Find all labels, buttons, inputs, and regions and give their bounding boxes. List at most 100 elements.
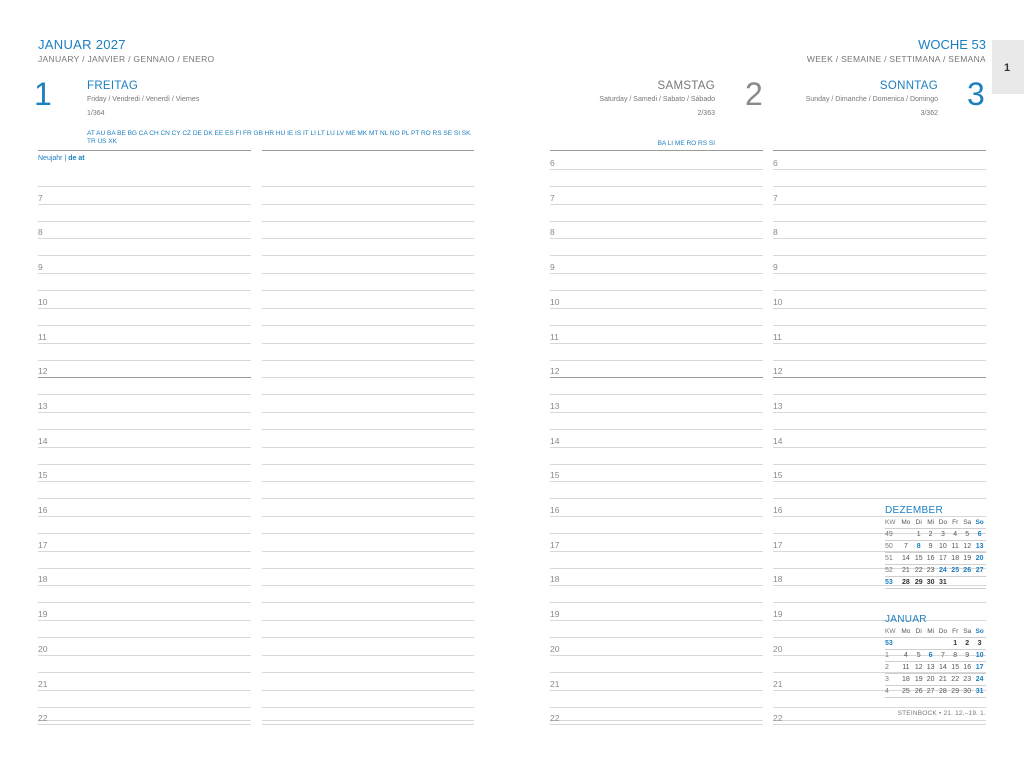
hour-label: 13	[550, 400, 560, 411]
week-number: 53	[885, 576, 899, 589]
day-cell: 20	[973, 552, 986, 565]
rule-line	[262, 654, 474, 656]
day-cell: 4	[899, 649, 913, 662]
day-cell: So	[973, 626, 986, 638]
hour-label: 18	[550, 574, 560, 585]
rule-line	[38, 411, 251, 413]
mini-calendar-week: 1 4 5 6 7 8 9 10	[885, 649, 986, 662]
rule-line	[773, 290, 986, 292]
day-2-translations: Saturday / Samedi / Sabato / Sábado	[599, 96, 715, 103]
rule-line	[550, 637, 763, 639]
rule-line	[38, 290, 251, 292]
rule-line	[550, 481, 763, 483]
day-cell: 24	[936, 564, 950, 577]
rule-line	[550, 585, 763, 587]
hour-label: 11	[550, 331, 559, 342]
day-cell: 11	[899, 661, 913, 674]
day-cell	[961, 576, 974, 589]
rule-line	[262, 377, 474, 379]
rule-line	[550, 307, 763, 309]
day-cell: 1	[949, 637, 962, 650]
day-1-name: FREITAG	[87, 80, 139, 92]
rule-line	[262, 359, 474, 361]
day-cell: 13	[973, 540, 986, 553]
day-cell: 14	[936, 661, 950, 674]
hour-label: 22	[38, 713, 48, 724]
week-number: 50	[885, 540, 899, 553]
day-cell: 9	[924, 540, 937, 553]
day-cell: 9	[961, 649, 974, 662]
zodiac-sign: STEINBOCK • 21. 12.–19. 1.	[897, 710, 986, 717]
mini-calendar-week: 53 1 2 3	[885, 637, 986, 650]
rule-line	[773, 428, 986, 430]
rule-line	[38, 637, 251, 639]
mini-calendar-january: JANUAR KW Mo Di Mi Do Fr Sa So 53 1 2 3 1 4 5 6 7 8 9 10 2 11…	[885, 614, 986, 698]
week-subtitle: WEEK / SEMAINE / SETTIMANA / SEMANA	[806, 54, 986, 64]
day-cell: 21	[936, 673, 950, 686]
rule-line	[262, 602, 474, 604]
day-cell: 2	[961, 637, 974, 650]
rule-line	[262, 411, 474, 413]
rule-line	[262, 186, 474, 187]
day-cell: 30	[961, 685, 974, 698]
hour-label: 22	[550, 713, 560, 724]
rule-line	[550, 359, 763, 361]
month-title: JANUAR 2027	[38, 37, 126, 52]
rule-line	[262, 220, 474, 222]
rule-line	[773, 377, 986, 379]
hour-label: 20	[773, 643, 783, 654]
rule-line	[262, 689, 474, 691]
day-cell: 23	[961, 673, 974, 686]
hour-label: 12	[550, 366, 560, 377]
day-2-holiday-countries: BA LI ME RO RS SI	[657, 140, 715, 147]
rule-line	[262, 724, 474, 726]
rule-line	[773, 273, 986, 275]
day-cell: 27	[973, 564, 986, 577]
day-cell: 28	[936, 685, 950, 698]
day-cell: 8	[912, 540, 925, 553]
month-tab[interactable]: 1	[992, 40, 1024, 94]
holiday-regions: de at	[68, 155, 85, 162]
rule-line	[550, 273, 763, 275]
hour-label: 20	[550, 643, 560, 654]
day-3-name: SONNTAG	[879, 80, 938, 92]
rule-line	[38, 620, 251, 622]
day-cell: 23	[924, 564, 937, 577]
day-cell: 3	[936, 528, 950, 541]
day-cell: 6	[924, 649, 937, 662]
hour-label: 19	[550, 609, 560, 620]
rule-line	[550, 533, 763, 534]
rule-line	[262, 428, 474, 430]
rule-line	[773, 446, 986, 448]
rule-line	[262, 720, 474, 721]
day-cell: 19	[961, 552, 974, 565]
rule-line	[773, 720, 986, 721]
rule-line	[38, 359, 251, 361]
rule-line	[38, 377, 251, 379]
day-cell: 30	[924, 576, 937, 589]
day-2-number: 2	[745, 76, 763, 112]
day-cell: Fr	[949, 626, 962, 638]
week-number: 4	[885, 685, 899, 698]
day-cell: 27	[924, 685, 937, 698]
mini-calendar-week: 49 1 2 3 4 5 6	[885, 528, 986, 541]
rule-line	[262, 238, 474, 240]
rule-line	[773, 186, 986, 187]
hour-label: 21	[38, 678, 48, 689]
rule-line	[262, 516, 474, 517]
hour-label: 19	[773, 609, 783, 620]
day-cell: Do	[936, 517, 950, 529]
rule-line	[262, 481, 474, 483]
rule-line	[550, 169, 763, 170]
rule-line	[38, 428, 251, 430]
hour-label: 17	[38, 539, 48, 550]
mini-calendar-week: 50 7 8 9 10 11 12 13	[885, 540, 986, 553]
rule-line	[550, 550, 763, 552]
rule-line	[38, 550, 251, 552]
rule-line	[550, 463, 763, 465]
rule-line	[550, 290, 763, 292]
rule-line	[38, 255, 251, 257]
rule-line	[773, 220, 986, 222]
rule-line	[262, 585, 474, 587]
rule-line	[773, 706, 986, 708]
